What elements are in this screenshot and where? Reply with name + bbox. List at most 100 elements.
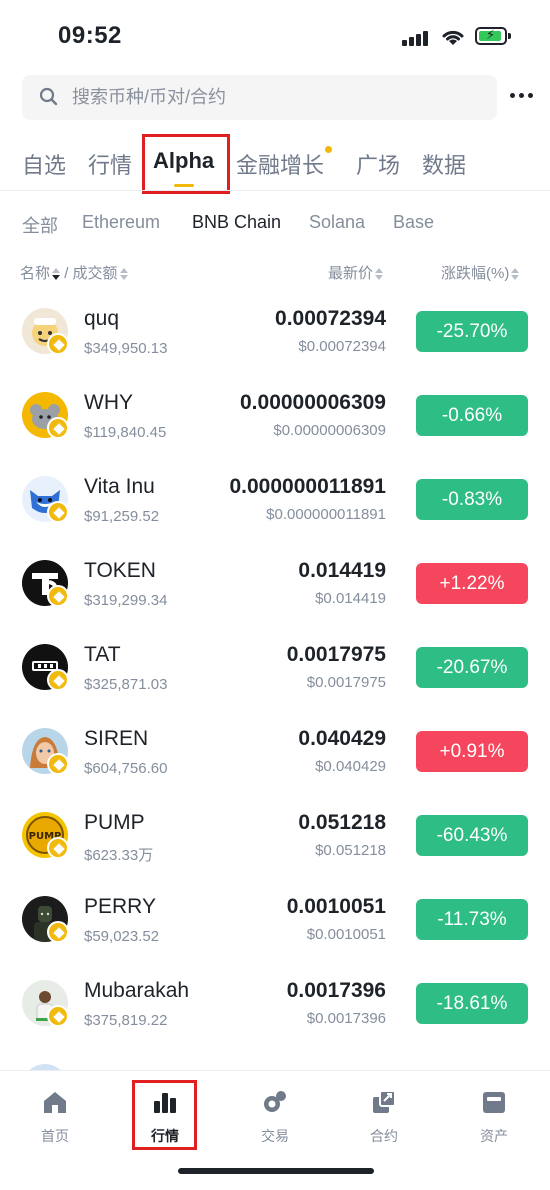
col-change: 涨跌幅(%) [441,265,510,282]
token-price: 0.0017396 [286,979,386,1002]
token-price: 0.000000011891 [229,475,386,498]
token-name: SIREN [84,727,149,750]
token-price: 0.051218 [298,811,386,834]
search-bar[interactable] [22,75,497,120]
table-row[interactable]: PUMP PUMP $623.33万 0.051218 $0.051218 -6… [0,794,550,878]
token-usd-price: $0.00072394 [298,338,386,355]
token-name: TOKEN [84,559,156,582]
sort-icon [119,267,128,281]
token-name: PERRY [84,895,156,918]
table-row[interactable]: TAT $325,871.03 0.0017975 $0.0017975 -20… [0,626,550,710]
table-row[interactable]: SIREN $604,756.60 0.040429 $0.040429 +0.… [0,710,550,794]
token-name: WHY [84,391,133,414]
tab-watchlist[interactable]: 自选 [22,148,66,180]
sort-price[interactable]: 最新价 [328,262,384,283]
col-volume: 成交额 [72,265,118,282]
nav-trade-label: 交易 [261,1128,289,1144]
token-volume: $604,756.60 [84,760,168,777]
token-volume: $349,950.13 [84,340,168,357]
highlight-box-alpha-tab [142,134,230,194]
token-usd-price: $0.040429 [315,758,386,775]
tab-square[interactable]: 广场 [356,148,400,180]
signal-icon [402,30,430,46]
bnb-chain-icon [47,753,69,775]
chain-ethereum[interactable]: Ethereum [82,212,160,233]
token-name: PUMP [84,811,145,834]
table-row[interactable]: TOKEN $319,299.34 0.014419 $0.014419 +1.… [0,542,550,626]
table-row[interactable]: WHY $119,840.45 0.00000006309 $0.0000000… [0,374,550,458]
notification-dot [325,146,333,153]
battery-icon: ⚡ [475,27,511,45]
search-icon [39,87,58,106]
change-badge: -0.83% [416,479,528,520]
sort-icon [52,267,61,281]
sort-name-volume[interactable]: 名称 / 成交额 [20,262,128,283]
token-name: TAT [84,643,121,666]
bnb-chain-icon [47,669,69,691]
token-usd-price: $0.014419 [315,590,386,607]
sort-icon [375,267,384,281]
token-name: Vita Inu [84,475,155,498]
token-price: 0.00072394 [275,307,386,330]
nav-assets[interactable]: 资产 [459,1089,529,1146]
bnb-chain-icon [47,837,69,859]
tab-data[interactable]: 数据 [422,148,466,180]
chain-filter: 全部 Ethereum BNB Chain Solana Base [0,210,550,240]
more-icon[interactable] [510,93,534,101]
chain-base[interactable]: Base [393,212,434,233]
token-usd-price: $0.00000006309 [273,422,386,439]
table-row[interactable]: Vita Inu $91,259.52 0.000000011891 $0.00… [0,458,550,542]
nav-futures[interactable]: 合约 [349,1089,419,1146]
chain-all[interactable]: 全部 [22,212,58,238]
change-badge: -18.61% [416,983,528,1024]
token-list: quq $349,950.13 0.00072394 $0.00072394 -… [0,290,550,1070]
token-volume: $325,871.03 [84,676,168,693]
bnb-chain-icon [47,1005,69,1027]
tab-markets[interactable]: 行情 [88,148,132,180]
nav-trade[interactable]: 交易 [240,1089,310,1146]
bnb-chain-icon [47,417,69,439]
chain-bnb[interactable]: BNB Chain [192,212,281,233]
highlight-box-markets-nav [132,1080,197,1150]
table-row[interactable]: PERRY $59,023.52 0.0010051 $0.0010051 -1… [0,878,550,962]
bnb-chain-icon [47,501,69,523]
bnb-chain-icon [47,921,69,943]
status-bar: 09:52 ⚡ [0,0,550,70]
change-badge: -60.43% [416,815,528,856]
table-row-partial[interactable] [0,1046,550,1070]
status-time: 09:52 [58,22,122,49]
sort-icon [511,267,520,281]
token-price: 0.0017975 [286,643,386,666]
home-icon [44,1092,66,1113]
token-usd-price: $0.000000011891 [266,506,386,523]
token-usd-price: $0.0017975 [306,674,386,691]
change-badge: -0.66% [416,395,528,436]
col-separator: / [64,265,69,282]
nav-assets-label: 资产 [480,1128,508,1144]
change-badge: -25.70% [416,311,528,352]
trade-icon [264,1091,286,1112]
token-volume: $319,299.34 [84,592,168,609]
column-header: 名称 / 成交额 最新价 涨跌幅(%) [0,260,550,282]
bnb-chain-icon [47,333,69,355]
token-volume: $375,819.22 [84,1012,168,1029]
token-volume: $59,023.52 [84,928,160,945]
nav-futures-label: 合约 [370,1128,398,1144]
token-price: 0.0010051 [286,895,386,918]
col-name: 名称 [20,265,51,282]
token-name: quq [84,307,120,330]
nav-home-label: 首页 [41,1128,69,1144]
home-indicator [178,1168,374,1174]
sort-change[interactable]: 涨跌幅(%) [441,262,520,283]
nav-home[interactable]: 首页 [20,1089,90,1146]
change-badge: -11.73% [416,899,528,940]
table-row[interactable]: Mubarakah $375,819.22 0.0017396 $0.00173… [0,962,550,1046]
search-input[interactable] [72,75,482,120]
tab-earn-growth[interactable]: 金融增长 [236,146,333,180]
chain-solana[interactable]: Solana [309,212,365,233]
token-name: Mubarakah [84,979,190,1002]
futures-icon [373,1090,396,1113]
col-price: 最新价 [328,265,374,282]
table-row[interactable]: quq $349,950.13 0.00072394 $0.00072394 -… [0,290,550,374]
token-usd-price: $0.051218 [315,842,386,859]
